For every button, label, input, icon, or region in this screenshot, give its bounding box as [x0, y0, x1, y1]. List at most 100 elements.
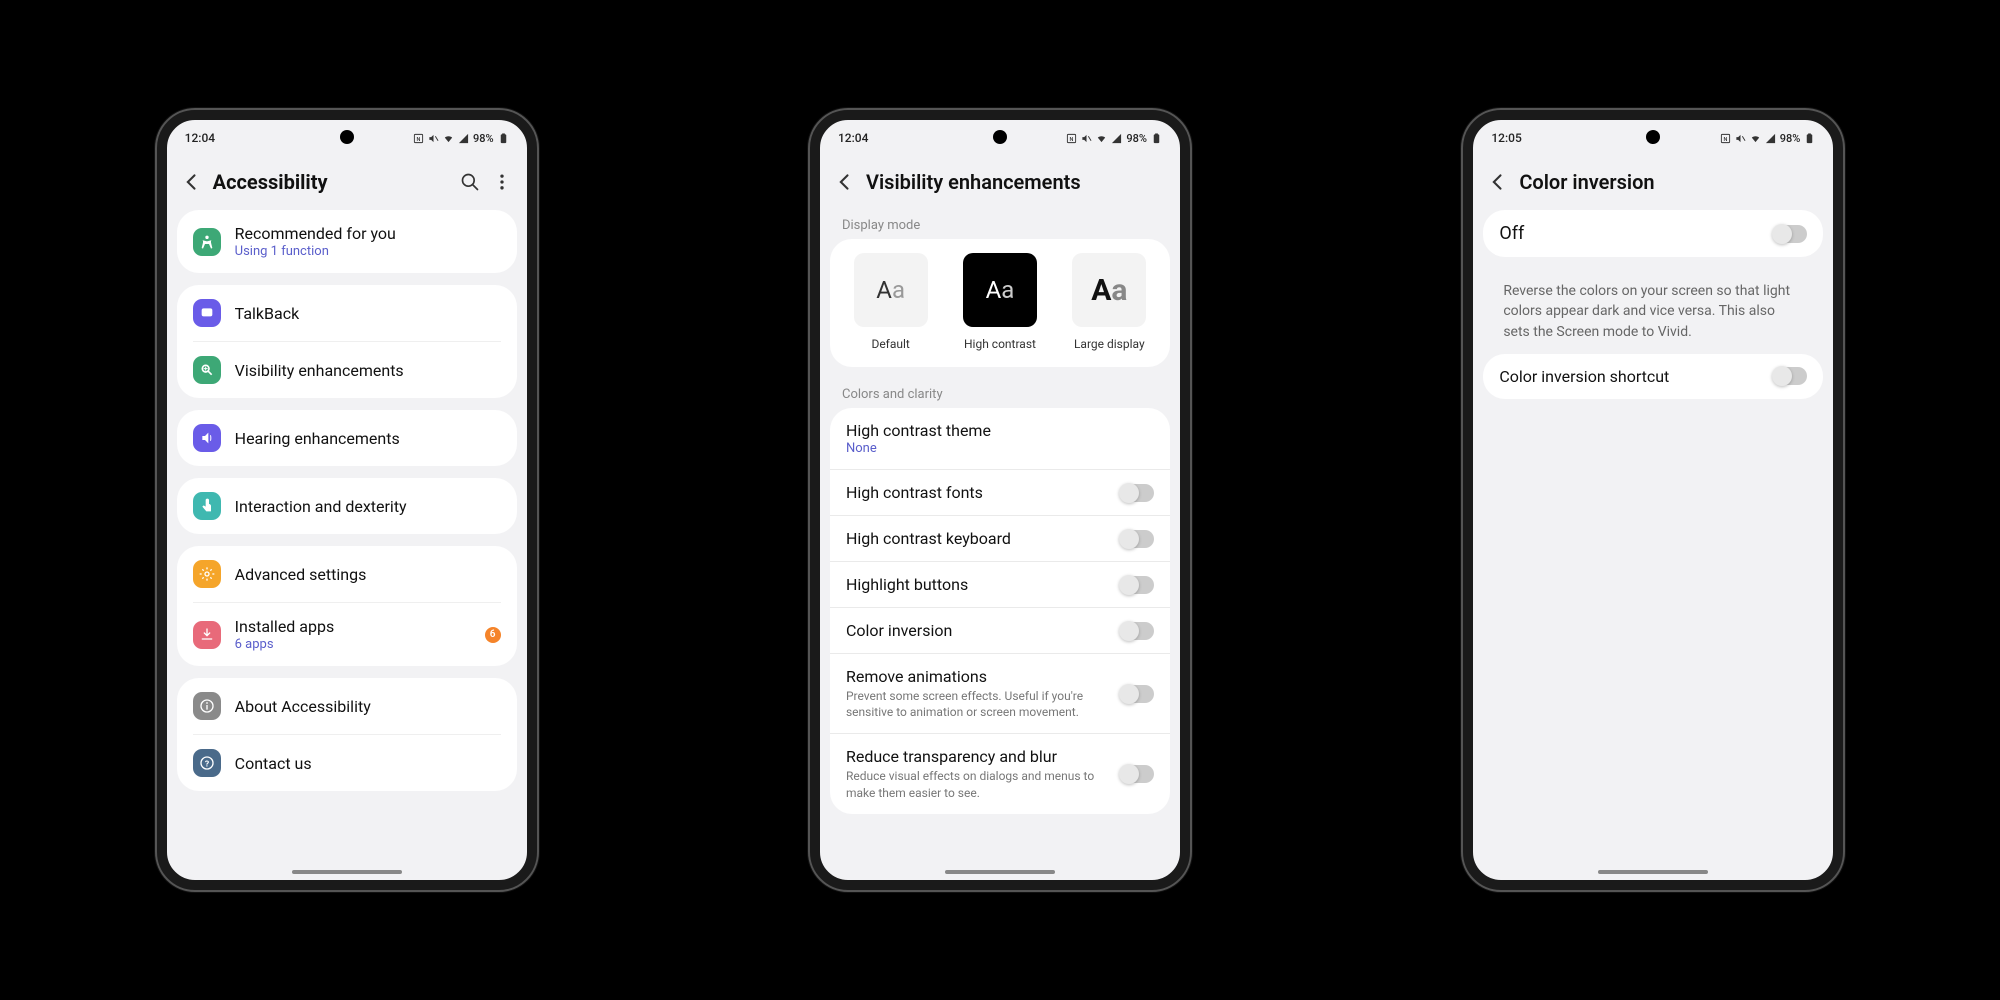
nfc-icon: N	[413, 133, 424, 144]
search-button[interactable]	[459, 171, 481, 193]
row-text: High contrast theme None	[846, 421, 1154, 456]
card-advanced-installed: Advanced settings Installed apps 6 apps …	[177, 546, 517, 666]
row-recommended[interactable]: Recommended for you Using 1 function	[177, 210, 517, 273]
row-remove-animations[interactable]: Remove animations Prevent some screen ef…	[830, 653, 1170, 733]
row-title: Recommended for you	[235, 224, 501, 243]
row-high-contrast-keyboard[interactable]: High contrast keyboard	[830, 515, 1170, 561]
card-interaction: Interaction and dexterity	[177, 478, 517, 534]
mute-icon	[428, 133, 439, 144]
mode-default[interactable]: Aa Default	[842, 253, 939, 351]
help-icon: ?	[193, 749, 221, 777]
status-icons: N 98%	[1720, 132, 1816, 145]
mode-high-contrast[interactable]: Aa High contrast	[951, 253, 1048, 351]
row-desc: Prevent some screen effects. Useful if y…	[846, 688, 1120, 720]
row-high-contrast-fonts[interactable]: High contrast fonts	[830, 469, 1170, 515]
hearing-icon	[193, 424, 221, 452]
camera-cutout	[1646, 130, 1660, 144]
row-reduce-transparency[interactable]: Reduce transparency and blur Reduce visu…	[830, 733, 1170, 813]
card-talkback-visibility: TalkBack Visibility enhancements	[177, 285, 517, 398]
back-button[interactable]	[181, 171, 203, 193]
home-indicator[interactable]	[945, 870, 1055, 874]
signal-icon	[1111, 133, 1122, 144]
toggle-shortcut[interactable]	[1773, 367, 1807, 385]
row-high-contrast-theme[interactable]: High contrast theme None	[830, 408, 1170, 469]
row-highlight-buttons[interactable]: Highlight buttons	[830, 561, 1170, 607]
content: Recommended for you Using 1 function Tal…	[167, 210, 527, 813]
wifi-icon	[1750, 133, 1761, 144]
scroll-content[interactable]: Display mode Aa Default Aa High contrast…	[820, 210, 1180, 880]
row-title: TalkBack	[235, 304, 300, 323]
row-title: Remove animations	[846, 667, 1120, 686]
card-recommended: Recommended for you Using 1 function	[177, 210, 517, 273]
more-button[interactable]	[491, 171, 513, 193]
row-title: Reduce transparency and blur	[846, 747, 1120, 766]
row-visibility[interactable]: Visibility enhancements	[193, 341, 501, 398]
wifi-icon	[1096, 133, 1107, 144]
back-button[interactable]	[1487, 171, 1509, 193]
card-colors: High contrast theme None High contrast f…	[830, 408, 1170, 814]
row-text: Remove animations Prevent some screen ef…	[846, 667, 1120, 720]
status-time: 12:04	[185, 131, 215, 145]
row-shortcut[interactable]: Color inversion shortcut	[1483, 354, 1823, 399]
row-color-inversion[interactable]: Color inversion	[830, 607, 1170, 653]
toggle-keyboard[interactable]	[1120, 530, 1154, 548]
toggle-transparency[interactable]	[1120, 765, 1154, 783]
page-title: Visibility enhancements	[866, 170, 1166, 194]
home-indicator[interactable]	[1598, 870, 1708, 874]
row-title: Color inversion	[846, 621, 1120, 640]
svg-text:N: N	[1070, 136, 1074, 142]
row-sub: Using 1 function	[235, 244, 501, 259]
row-title: High contrast theme	[846, 421, 1154, 440]
row-contact[interactable]: ? Contact us	[193, 734, 501, 791]
row-about[interactable]: About Accessibility	[177, 678, 517, 734]
camera-cutout	[340, 130, 354, 144]
card-shortcut: Color inversion shortcut	[1483, 354, 1823, 399]
visibility-icon	[193, 356, 221, 384]
row-text: Installed apps 6 apps	[235, 617, 471, 652]
row-title: Off	[1499, 223, 1773, 244]
toggle-fonts[interactable]	[1120, 484, 1154, 502]
back-button[interactable]	[834, 171, 856, 193]
toggle-main[interactable]	[1773, 225, 1807, 243]
home-indicator[interactable]	[292, 870, 402, 874]
download-icon	[193, 621, 221, 649]
mute-icon	[1735, 133, 1746, 144]
section-colors: Colors and clarity	[820, 379, 1180, 408]
row-sub: 6 apps	[235, 637, 471, 652]
signal-icon	[458, 133, 469, 144]
mode-label: Large display	[1061, 337, 1158, 351]
camera-cutout	[993, 130, 1007, 144]
status-icons: N 98%	[413, 132, 509, 145]
signal-icon	[1765, 133, 1776, 144]
row-advanced[interactable]: Advanced settings	[177, 546, 517, 602]
row-interaction[interactable]: Interaction and dexterity	[177, 478, 517, 534]
battery-icon	[498, 133, 509, 144]
header: Accessibility	[167, 152, 527, 210]
nfc-icon: N	[1720, 133, 1731, 144]
mode-label: Default	[842, 337, 939, 351]
content: Off Reverse the colors on your screen so…	[1473, 210, 1833, 421]
mode-large-display[interactable]: Aa Large display	[1061, 253, 1158, 351]
toggle-inversion[interactable]	[1120, 622, 1154, 640]
page-title: Accessibility	[213, 170, 449, 194]
toggle-highlight[interactable]	[1120, 576, 1154, 594]
row-talkback[interactable]: TalkBack	[177, 285, 517, 341]
card-display-modes: Aa Default Aa High contrast Aa Large dis…	[830, 239, 1170, 367]
row-installed[interactable]: Installed apps 6 apps 6	[193, 602, 501, 666]
section-display-mode: Display mode	[820, 210, 1180, 239]
row-hearing[interactable]: Hearing enhancements	[177, 410, 517, 466]
row-title: About Accessibility	[235, 697, 371, 716]
row-title: Installed apps	[235, 617, 471, 636]
header: Color inversion	[1473, 152, 1833, 210]
card-off-toggle: Off	[1483, 210, 1823, 257]
more-vertical-icon	[492, 172, 512, 192]
page-title: Color inversion	[1519, 170, 1819, 194]
phone-accessibility: 12:04 N 98% Accessibility	[157, 110, 537, 890]
info-icon	[193, 692, 221, 720]
status-time: 12:04	[838, 131, 868, 145]
toggle-animations[interactable]	[1120, 685, 1154, 703]
phone-color-inversion: 12:05 N 98% Color inversion Off Reverse …	[1463, 110, 1843, 890]
chevron-left-icon	[1488, 172, 1508, 192]
row-text: Reduce transparency and blur Reduce visu…	[846, 747, 1120, 800]
row-off[interactable]: Off	[1483, 210, 1823, 257]
